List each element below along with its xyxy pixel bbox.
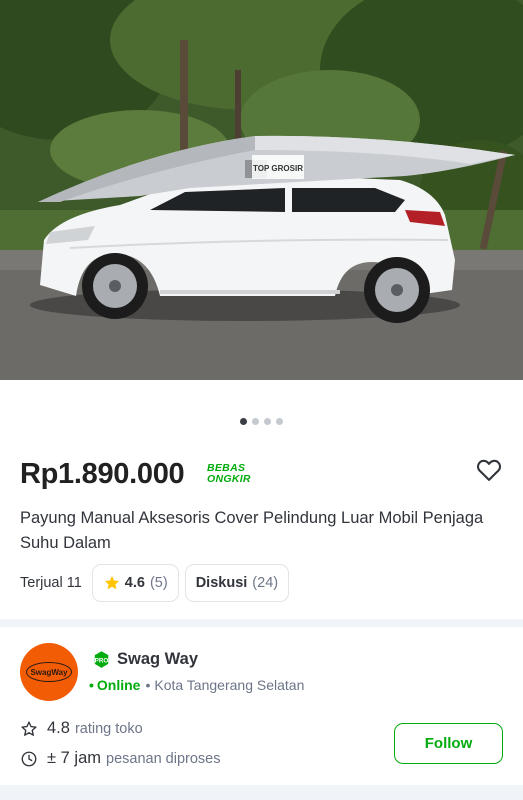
product-image[interactable]: TOP GROSIR	[0, 0, 523, 380]
heart-outline-icon[interactable]	[475, 456, 503, 484]
discussion-chip[interactable]: Diskusi (24)	[184, 564, 290, 602]
shop-avatar[interactable]: SwagWay	[20, 643, 78, 701]
carousel-dot[interactable]	[252, 418, 259, 425]
shop-rating-row: 4.8 rating toko	[20, 719, 143, 738]
process-time: ± 7 jam	[47, 749, 101, 767]
shop-name-row[interactable]: PRO Swag Way	[92, 650, 198, 669]
shop-city: Kota Tangerang Selatan	[154, 677, 305, 693]
rating-chip[interactable]: 4.6 (5)	[91, 564, 179, 602]
shop-name[interactable]: Swag Way	[117, 650, 198, 669]
online-status-dot: •	[89, 677, 94, 693]
shop-rating-value: 4.8	[47, 719, 70, 737]
status-separator: •	[145, 677, 151, 693]
clock-icon	[21, 751, 37, 766]
online-status: Online	[96, 677, 141, 693]
free-shipping-badge: BEBAS ONGKIR	[207, 463, 261, 485]
discussion-label: Diskusi	[195, 575, 248, 591]
discussion-count: (24)	[252, 575, 279, 591]
product-rating-value: 4.6	[124, 575, 145, 591]
pro-badge-text: PRO	[95, 657, 109, 664]
cover-brand-text: TOP GROSIR	[253, 164, 303, 173]
price-row: Rp1.890.000 BEBAS ONGKIR	[20, 456, 503, 496]
product-title: Payung Manual Aksesoris Cover Pelindung …	[20, 509, 484, 552]
product-rating-count: (5)	[149, 575, 168, 591]
star-icon	[104, 575, 119, 590]
shop-logo-text: SwagWay	[26, 662, 72, 682]
carousel-dot[interactable]	[276, 418, 283, 425]
image-carousel-indicator[interactable]	[0, 418, 523, 425]
wishlist-button[interactable]	[475, 456, 503, 484]
shop-rating-label: rating toko	[74, 720, 143, 737]
process-label: pesanan diproses	[106, 750, 221, 767]
order-process-row: ± 7 jam pesanan diproses	[20, 749, 220, 768]
product-price: Rp1.890.000	[20, 458, 185, 490]
product-stats-row: Terjual 11 4.6 (5) Diskusi (24)	[20, 564, 295, 602]
carousel-dot[interactable]	[240, 418, 247, 425]
shop-status-row: • Online • Kota Tangerang Selatan	[89, 677, 304, 693]
sold-count: Terjual 11	[20, 575, 82, 591]
section-divider-bottom	[0, 785, 523, 800]
star-outline-icon	[21, 720, 37, 736]
follow-button[interactable]: Follow	[394, 723, 503, 764]
pro-merchant-badge-icon: PRO	[95, 651, 109, 668]
carousel-dot[interactable]	[264, 418, 271, 425]
free-shipping-line2: ONGKIR	[207, 473, 251, 485]
section-divider	[0, 619, 523, 627]
